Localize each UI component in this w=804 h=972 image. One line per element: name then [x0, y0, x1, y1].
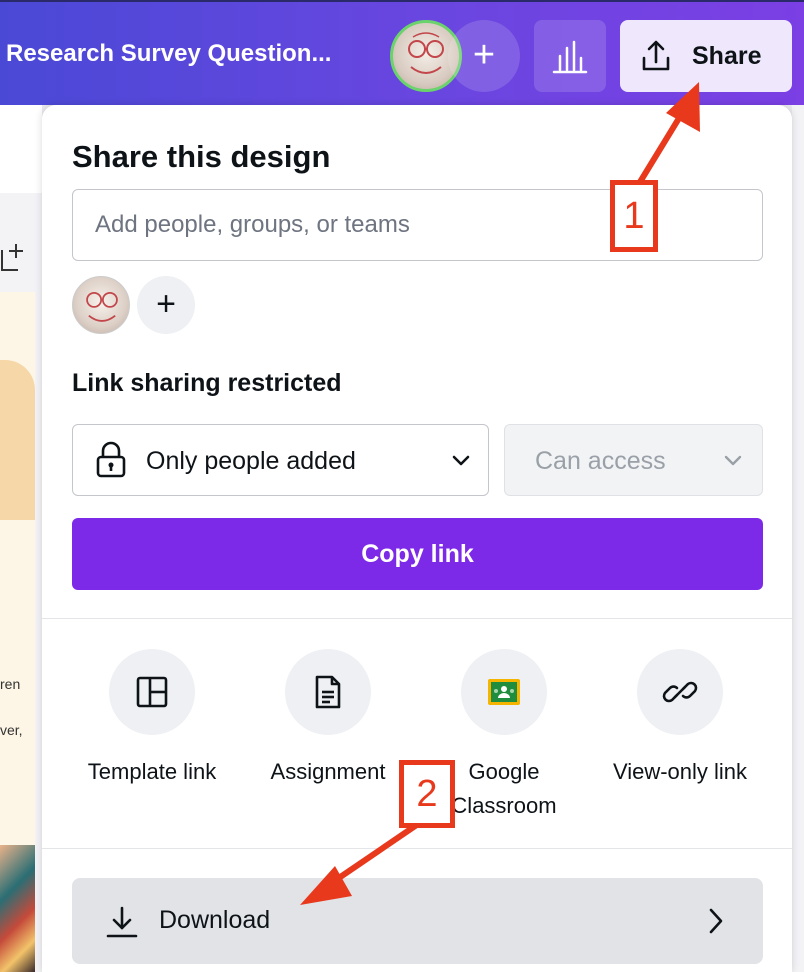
document-title[interactable]: Research Survey Question... — [6, 40, 331, 68]
bar-chart-icon — [552, 40, 588, 74]
canvas-text-fragment: ver, — [0, 722, 23, 738]
download-button[interactable]: Download — [72, 878, 763, 964]
top-bar: Research Survey Question... + Share — [0, 0, 804, 105]
canvas-illustration — [0, 845, 35, 972]
insights-button[interactable] — [534, 20, 606, 92]
option-label: View-only link — [612, 759, 748, 784]
chevron-down-icon — [724, 455, 742, 466]
share-panel: Share this design + Link sharing restric… — [42, 105, 792, 972]
divider — [42, 618, 792, 619]
permission-dropdown[interactable]: Can access — [504, 424, 763, 496]
add-person-button[interactable]: + — [137, 276, 195, 334]
option-assignment[interactable]: Assignment — [240, 649, 416, 789]
link-sharing-heading: Link sharing restricted — [72, 369, 342, 397]
chevron-right-icon — [709, 908, 723, 934]
access-dropdown-value: Only people added — [146, 447, 356, 475]
divider — [42, 848, 792, 849]
option-label: Assignment — [270, 759, 386, 784]
option-icon-circle — [461, 649, 547, 735]
template-icon — [136, 676, 168, 708]
add-collaborator-button[interactable]: + — [448, 20, 520, 92]
option-label: Template link — [87, 759, 217, 784]
option-icon-circle — [285, 649, 371, 735]
canvas-text-fragment: ren — [0, 676, 21, 692]
avatar-sketch-icon — [86, 291, 118, 322]
upload-icon — [642, 40, 670, 71]
option-icon-circle — [637, 649, 723, 735]
chevron-down-icon — [452, 455, 470, 466]
download-button-label: Download — [159, 906, 271, 934]
editor-background-right — [792, 105, 804, 972]
add-page-icon[interactable] — [0, 240, 26, 282]
canvas-shape — [0, 360, 35, 520]
option-template-link[interactable]: Template link — [64, 649, 240, 789]
assignment-icon — [315, 675, 341, 709]
panel-title: Share this design — [72, 139, 331, 174]
download-icon — [106, 906, 138, 938]
annotation-step-2: 2 — [399, 760, 455, 828]
lock-icon — [96, 441, 126, 478]
collaborator-avatar[interactable] — [72, 276, 130, 334]
google-classroom-icon — [488, 679, 520, 705]
editor-toolbar — [0, 105, 42, 193]
share-button[interactable]: Share — [620, 20, 792, 92]
add-people-input[interactable] — [72, 189, 763, 261]
link-icon — [662, 681, 698, 703]
access-dropdown[interactable]: Only people added — [72, 424, 489, 496]
option-icon-circle — [109, 649, 195, 735]
copy-link-button[interactable]: Copy link — [72, 518, 763, 590]
option-view-only-link[interactable]: View-only link — [592, 649, 768, 789]
permission-dropdown-value: Can access — [535, 447, 666, 475]
share-button-label: Share — [692, 42, 762, 70]
annotation-step-1: 1 — [610, 180, 658, 252]
